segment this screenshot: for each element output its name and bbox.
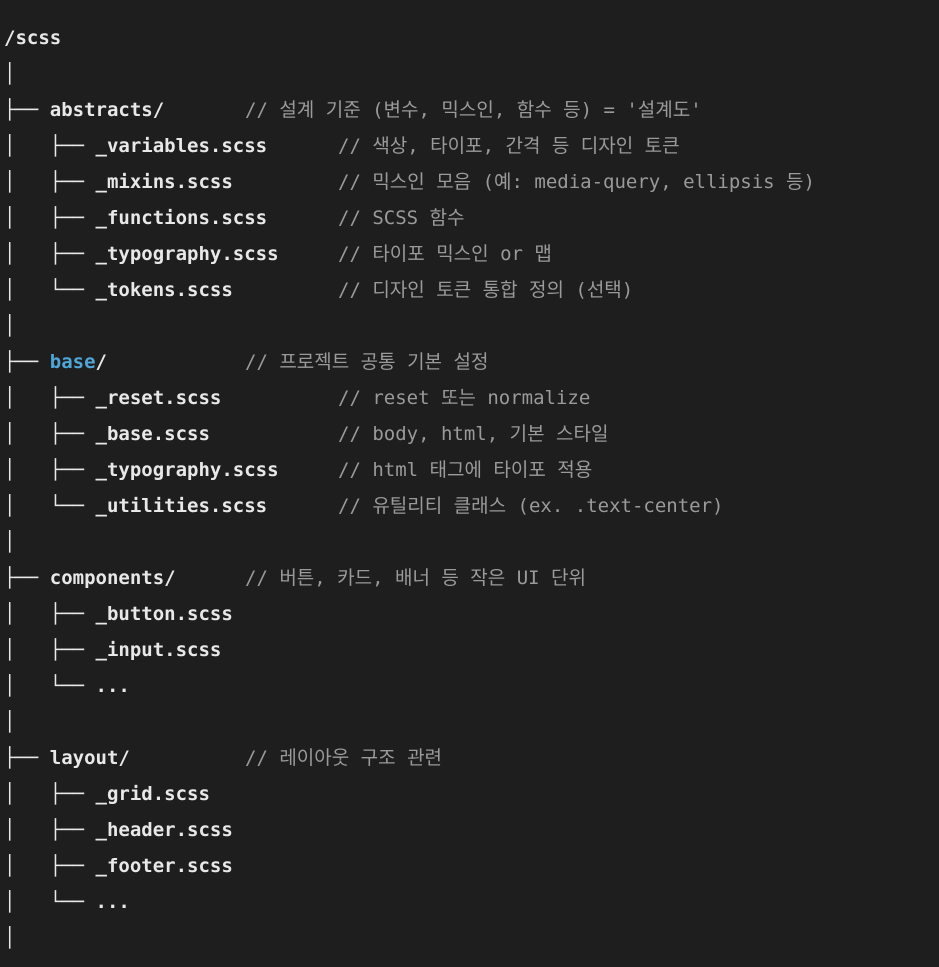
tree-prefix: │ ├── <box>4 603 96 625</box>
tree-prefix: │ ├── <box>4 855 96 877</box>
tree-line-components: ├── components/ <box>4 560 176 596</box>
tree-line-ellipsis: │ └── ... <box>4 668 130 704</box>
file-name: _header.scss <box>95 819 233 841</box>
tree-line-header: │ ├── _header.scss <box>4 812 233 848</box>
tree-line-layout: ├── layout/ <box>4 740 130 776</box>
tree-prefix: │ ├── <box>4 207 96 229</box>
comment: // SCSS 함수 <box>338 207 465 229</box>
file-name: _footer.scss <box>95 855 233 877</box>
tree-prefix: │ └── <box>4 495 96 517</box>
folder-name: base <box>49 351 96 373</box>
file-name: _base.scss <box>95 423 210 445</box>
tree-prefix: ├── <box>4 351 50 373</box>
tree-connector: │ <box>4 927 16 949</box>
tree-line-ellipsis: │ └── ... <box>4 884 130 920</box>
comment: // html 태그에 타이포 적용 <box>338 459 593 481</box>
comment: // 프로젝트 공통 기본 설정 <box>245 351 489 373</box>
comment: // 유틸리티 클래스 (ex. .text-center) <box>338 495 724 517</box>
comment: // 타이포 믹스인 or 맵 <box>338 243 552 265</box>
tree-connector: │ <box>4 315 16 337</box>
tree-prefix: │ ├── <box>4 783 96 805</box>
comment: // 색상, 타이포, 간격 등 디자인 토큰 <box>338 135 680 157</box>
tree-prefix: │ ├── <box>4 387 96 409</box>
tree-line-input: │ ├── _input.scss <box>4 632 221 668</box>
tree-prefix: ├── <box>4 567 50 589</box>
file-name: _grid.scss <box>95 783 210 805</box>
folder-slash: / <box>118 747 130 769</box>
folder-name: abstracts <box>49 99 153 121</box>
comment: // 레이아웃 구조 관련 <box>245 747 443 769</box>
comment: // 디자인 토큰 통합 정의 (선택) <box>338 279 634 301</box>
tree-line-abstracts: ├── abstracts/ <box>4 92 164 128</box>
file-name: _functions.scss <box>95 207 268 229</box>
tree-line-base-typography: │ ├── _typography.scss <box>4 452 279 488</box>
tree-prefix: │ ├── <box>4 243 96 265</box>
tree-prefix: │ └── <box>4 675 96 697</box>
comment: // 믹스인 모음 (예: media-query, ellipsis 등) <box>338 171 815 193</box>
file-name: ... <box>95 675 130 697</box>
tree-prefix: │ └── <box>4 891 96 913</box>
tree-prefix: │ ├── <box>4 819 96 841</box>
tree-line-mixins: │ ├── _mixins.scss <box>4 164 233 200</box>
file-name: _mixins.scss <box>95 171 233 193</box>
code-view: /scss │ ├── abstracts/ // 설계 기준 (변수, 믹스인… <box>0 0 939 967</box>
tree-prefix: │ ├── <box>4 459 96 481</box>
folder-slash: / <box>164 567 176 589</box>
file-name: _typography.scss <box>95 243 279 265</box>
file-name: _input.scss <box>95 639 222 661</box>
tree-prefix: │ └── <box>4 279 96 301</box>
file-name: _typography.scss <box>95 459 279 481</box>
tree-line-utilities: │ └── _utilities.scss <box>4 488 267 524</box>
comment: // 설계 기준 (변수, 믹스인, 함수 등) = '설계도' <box>245 99 702 121</box>
tree-connector: │ <box>4 63 16 85</box>
tree-connector: │ <box>4 531 16 553</box>
file-name: _variables.scss <box>95 135 268 157</box>
tree-prefix: │ ├── <box>4 171 96 193</box>
file-name: _reset.scss <box>95 387 222 409</box>
tree-prefix: │ ├── <box>4 135 96 157</box>
folder-name: components <box>49 567 165 589</box>
comment: // body, html, 기본 스타일 <box>338 423 609 445</box>
folder-slash: / <box>152 99 165 121</box>
tree-line-functions: │ ├── _functions.scss <box>4 200 267 236</box>
tree-line-reset: │ ├── _reset.scss <box>4 380 221 416</box>
tree-prefix: ├── <box>4 99 50 121</box>
tree-line-base-file: │ ├── _base.scss <box>4 416 210 452</box>
folder-name: layout <box>49 747 119 769</box>
comment: // reset 또는 normalize <box>338 387 591 409</box>
root-path: /scss <box>4 27 62 49</box>
file-name: _button.scss <box>95 603 233 625</box>
tree-line-typography: │ ├── _typography.scss <box>4 236 279 272</box>
comment: // 버튼, 카드, 배너 등 작은 UI 단위 <box>245 567 586 589</box>
tree-line-base: ├── base/ <box>4 344 107 380</box>
tree-prefix: │ ├── <box>4 639 96 661</box>
tree-line-footer: │ ├── _footer.scss <box>4 848 233 884</box>
tree-connector: │ <box>4 711 16 733</box>
tree-line-tokens: │ └── _tokens.scss <box>4 272 233 308</box>
folder-slash: / <box>95 351 107 373</box>
tree-line-button: │ ├── _button.scss <box>4 596 233 632</box>
tree-line-grid: │ ├── _grid.scss <box>4 776 210 812</box>
tree-prefix: ├── <box>4 747 50 769</box>
tree-prefix: │ ├── <box>4 423 96 445</box>
file-name: ... <box>95 891 130 913</box>
tree-line-variables: │ ├── _variables.scss <box>4 128 267 164</box>
file-name: _utilities.scss <box>95 495 268 517</box>
file-name: _tokens.scss <box>95 279 233 301</box>
